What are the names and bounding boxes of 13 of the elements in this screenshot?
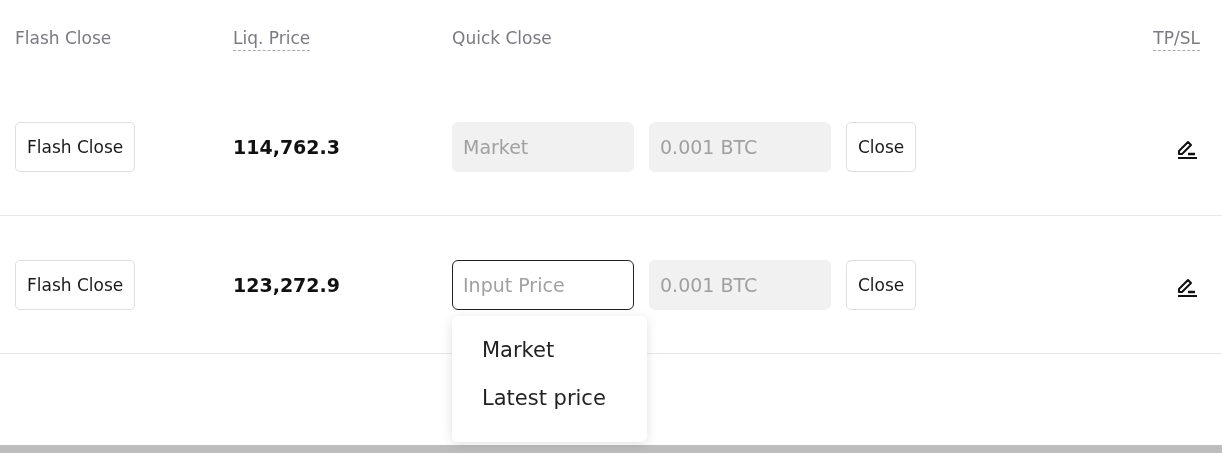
- liq-price: 114,762.3: [233, 135, 340, 158]
- price-field[interactable]: Input Price: [452, 259, 634, 310]
- close-button[interactable]: Close: [846, 121, 917, 172]
- close-button[interactable]: Close: [846, 259, 917, 310]
- flash-close-button[interactable]: Flash Close: [15, 259, 136, 310]
- column-header: TP/SL: [1153, 27, 1200, 51]
- liq-price: 123,272.9: [233, 273, 340, 296]
- menu-item[interactable]: Latest price: [452, 373, 647, 422]
- flash-close-button[interactable]: Flash Close: [15, 121, 136, 172]
- column-header: Flash Close: [15, 27, 112, 50]
- column-header: Liq. Price: [233, 27, 311, 51]
- column-header: Quick Close: [452, 27, 552, 50]
- menu-item[interactable]: Market: [452, 325, 647, 374]
